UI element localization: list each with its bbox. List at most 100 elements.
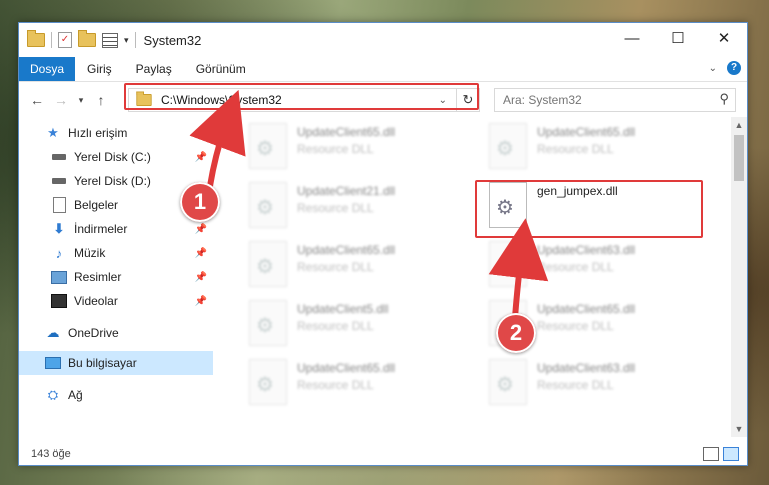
tab-file[interactable]: Dosya [19,57,75,81]
sidebar-item-this-pc[interactable]: Bu bilgisayar [19,351,213,375]
file-name: UpdateClient63.dll [537,361,636,375]
expand-ribbon-icon[interactable]: ⌄ [709,63,717,74]
sidebar-item-pictures[interactable]: Resimler 📌 [19,265,213,289]
sidebar-item-network[interactable]: ⛭ Ağ [19,383,213,407]
file-name: UpdateClient21.dll [297,184,396,198]
item-count: 143 öğe [31,448,71,460]
tab-view[interactable]: Görünüm [184,57,258,81]
sidebar-item-music[interactable]: ♪ Müzik 📌 [19,241,213,265]
computer-icon [45,356,61,370]
file-description: Resource DLL [297,201,374,215]
sidebar-item-label: Hızlı erişim [68,126,128,140]
file-description: Resource DLL [537,260,614,274]
ribbon-right-controls: ⌄ ? [709,61,741,75]
navigation-pane: ★ Hızlı erişim Yerel Disk (C:) 📌 Yerel D… [19,117,213,437]
file-name: UpdateClient65.dll [537,302,636,316]
recent-locations-icon[interactable]: ▾ [73,95,89,106]
forward-arrow-icon[interactable]: → [49,92,73,108]
file-name: UpdateClient63.dll [537,243,636,257]
drive-icon [51,150,67,164]
customize-dropdown-icon[interactable]: ▾ [124,35,129,46]
search-box[interactable]: ⚲ [494,88,736,112]
sidebar-item-label: İndirmeler [74,222,128,236]
sidebar-item-onedrive[interactable]: ☁ OneDrive [19,321,213,345]
pin-icon[interactable]: 📌 [195,152,207,163]
file-name: UpdateClient65.dll [297,243,396,257]
sidebar-item-videos[interactable]: Videolar 📌 [19,289,213,313]
tab-home[interactable]: Giriş [75,57,124,81]
file-highlight [475,180,703,238]
tab-share[interactable]: Paylaş [124,57,184,81]
properties-check-icon[interactable]: ✓ [58,32,72,48]
search-icon: ⚲ [719,91,729,106]
large-icons-view-icon[interactable] [723,447,739,461]
sidebar-item-label: Belgeler [74,198,119,212]
toolbar-separator [134,32,136,48]
file-item[interactable]: UpdateClient63.dll Resource DLL [489,241,719,291]
file-name: UpdateClient5.dll [297,302,389,316]
file-description: Resource DLL [297,378,374,392]
document-icon [51,197,67,213]
file-name: UpdateClient65.dll [297,361,396,375]
sidebar-item-downloads[interactable]: ⬇ İndirmeler 📌 [19,217,213,241]
pin-icon[interactable]: 📌 [195,296,207,307]
quick-access-toolbar: ✓ ▾ [27,30,136,48]
properties-icon[interactable] [102,32,118,48]
back-arrow-icon[interactable]: ← [25,92,49,108]
window-controls: — ☐ ✕ [609,23,747,55]
dll-file-icon [249,182,287,228]
dll-file-icon [489,359,527,405]
dll-file-icon [489,123,527,169]
file-item[interactable]: UpdateClient65.dll Resource DLL [249,359,479,409]
dll-file-icon [249,300,287,346]
pin-icon[interactable]: 📌 [195,248,207,259]
sidebar-item-label: Videolar [74,294,118,308]
network-icon: ⛭ [47,387,59,402]
pin-icon[interactable]: 📌 [195,272,207,283]
address-bar-highlight [124,83,479,110]
maximize-button[interactable]: ☐ [655,23,701,55]
toolbar-separator [51,32,52,48]
file-item[interactable]: UpdateClient21.dll Resource DLL [249,182,479,232]
file-item[interactable]: UpdateClient65.dll Resource DLL [249,241,479,291]
up-arrow-icon[interactable]: ↑ [89,92,113,108]
sidebar-item-label: Bu bilgisayar [68,356,137,370]
new-folder-icon[interactable] [78,30,96,47]
window-title: System32 [143,32,202,48]
status-bar: 143 öğe [19,443,747,465]
scroll-down-icon[interactable]: ▼ [731,421,747,437]
title-bar: ✓ ▾ System32 — ☐ ✕ [19,23,747,57]
download-icon: ⬇ [53,221,65,236]
ribbon-tabs: Dosya Giriş Paylaş Görünüm ⌄ ? [19,57,747,82]
file-description: Resource DLL [537,142,614,156]
pin-icon[interactable]: 📌 [195,224,207,235]
file-description: Resource DLL [537,378,614,392]
sidebar-item-label: OneDrive [68,326,119,340]
dll-file-icon [249,359,287,405]
star-icon: ★ [47,125,59,140]
scroll-up-icon[interactable]: ▲ [731,117,747,133]
vertical-scrollbar[interactable]: ▲ ▼ [731,117,747,437]
minimize-button[interactable]: — [609,23,655,55]
details-view-icon[interactable] [703,447,719,461]
file-item[interactable]: UpdateClient5.dll Resource DLL [249,300,479,350]
sidebar-item-label: Yerel Disk (C:) [74,150,151,164]
sidebar-item-label: Resimler [74,270,122,284]
file-description: Resource DLL [537,319,614,333]
file-item[interactable]: UpdateClient65.dll Resource DLL [489,123,719,173]
scrollbar-thumb[interactable] [734,135,744,181]
file-item[interactable]: UpdateClient63.dll Resource DLL [489,359,719,409]
file-name: UpdateClient65.dll [537,125,636,139]
step-1-badge: 1 [180,182,220,222]
help-icon[interactable]: ? [727,61,741,75]
close-button[interactable]: ✕ [701,23,747,55]
file-list: UpdateClient65.dll Resource DLL UpdateCli… [223,117,731,437]
sidebar-item-quick-access[interactable]: ★ Hızlı erişim [19,121,213,145]
file-description: Resource DLL [297,319,374,333]
search-input[interactable] [501,92,705,108]
file-item[interactable]: UpdateClient65.dll Resource DLL [249,123,479,173]
file-description: Resource DLL [297,260,374,274]
dll-file-icon [249,241,287,287]
dll-file-icon [249,123,287,169]
sidebar-item-local-disk-c[interactable]: Yerel Disk (C:) 📌 [19,145,213,169]
